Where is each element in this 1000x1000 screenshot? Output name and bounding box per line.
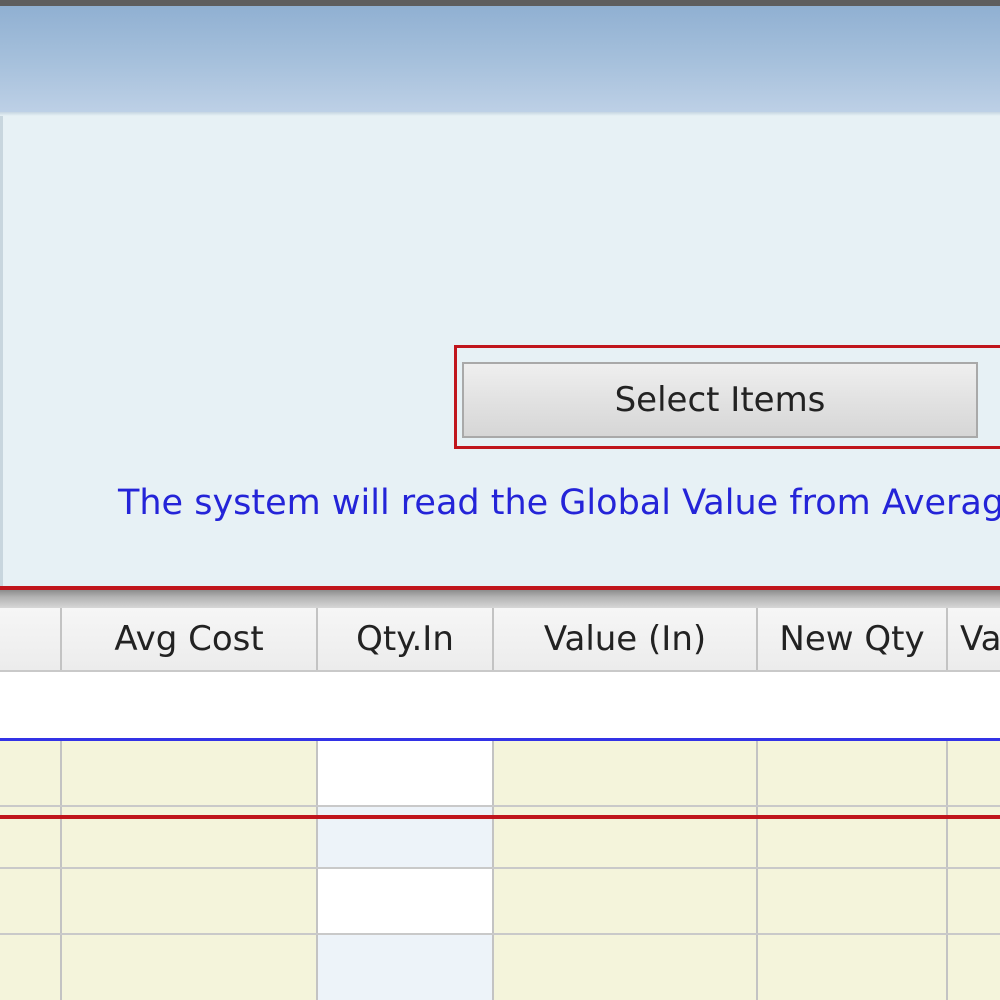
info-message: The system will read the Global Value fr… [118, 483, 1000, 523]
grid-new-row[interactable] [0, 672, 1000, 738]
table-cell-value-in[interactable] [494, 741, 758, 805]
row-highlight-line [0, 815, 1000, 819]
table-row[interactable] [0, 741, 1000, 807]
table-row[interactable] [0, 869, 1000, 935]
column-header-value[interactable]: Va [948, 608, 1000, 670]
splitter[interactable] [0, 590, 1000, 608]
column-header-new-qty[interactable]: New Qty [758, 608, 948, 670]
table-cell-qty-in[interactable] [318, 869, 494, 933]
items-grid: Avg Cost Qty.In Value (In) New Qty Va [0, 608, 1000, 1000]
title-bar[interactable] [0, 6, 1000, 112]
table-cell[interactable] [0, 869, 62, 933]
table-row[interactable] [0, 935, 1000, 1000]
table-cell-value[interactable] [948, 869, 1000, 933]
table-cell-avg-cost[interactable] [62, 935, 318, 1000]
table-cell-new-qty[interactable] [758, 741, 948, 805]
table-cell-value[interactable] [948, 741, 1000, 805]
window: Select Items The system will read the Gl… [0, 0, 1000, 1000]
table-cell-new-qty[interactable] [758, 869, 948, 933]
grid-header: Avg Cost Qty.In Value (In) New Qty Va [0, 608, 1000, 672]
table-cell-value-in[interactable] [494, 869, 758, 933]
column-header-first[interactable] [0, 608, 62, 670]
table-cell-qty-in[interactable] [318, 935, 494, 1000]
column-header-qty-in[interactable]: Qty.In [318, 608, 494, 670]
column-header-value-in[interactable]: Value (In) [494, 608, 758, 670]
table-cell-new-qty[interactable] [758, 935, 948, 1000]
table-cell-avg-cost[interactable] [62, 869, 318, 933]
table-cell-value-in[interactable] [494, 935, 758, 1000]
table-cell-value[interactable] [948, 935, 1000, 1000]
select-items-button[interactable]: Select Items [462, 362, 978, 438]
column-header-avg-cost[interactable]: Avg Cost [62, 608, 318, 670]
table-cell[interactable] [0, 935, 62, 1000]
table-cell-qty-in[interactable] [318, 741, 494, 805]
panel-left-edge [0, 116, 3, 586]
table-cell-avg-cost[interactable] [62, 741, 318, 805]
table-cell[interactable] [0, 741, 62, 805]
